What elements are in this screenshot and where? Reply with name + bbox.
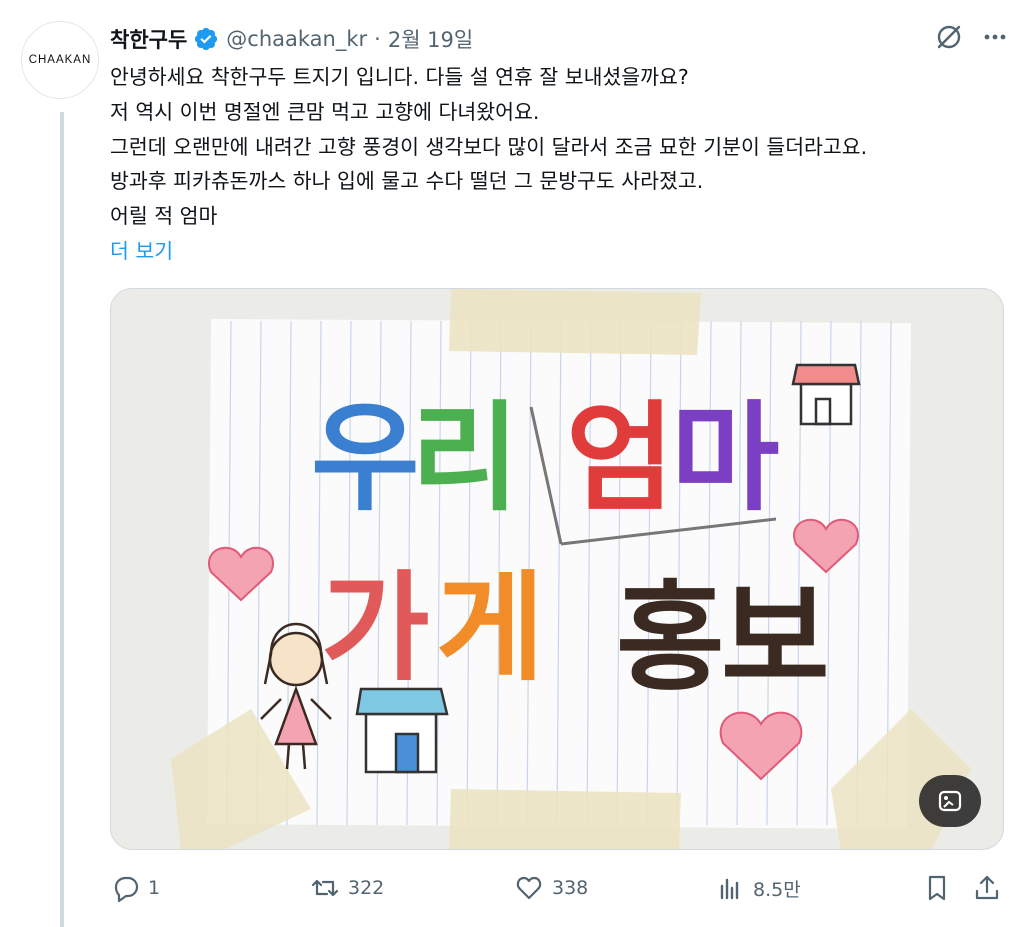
- bookmark-button[interactable]: [922, 870, 952, 906]
- drawing-letter: 우: [311, 389, 420, 527]
- bookmark-icon: [928, 875, 946, 901]
- tweet-text-line: 어릴 적 엄마: [110, 204, 218, 229]
- tweet-header: 착한구두 @chaakan_kr · 2월 19일: [110, 22, 473, 56]
- reply-count: 1: [148, 877, 161, 899]
- author-name[interactable]: 착한구두: [110, 24, 187, 54]
- author-handle[interactable]: @chaakan_kr: [226, 27, 367, 51]
- retweet-count: 322: [348, 877, 385, 899]
- views-button[interactable]: 8.5만: [715, 870, 801, 906]
- heart-icon: [516, 876, 542, 900]
- thread-line: [60, 112, 64, 927]
- reply-button[interactable]: 1: [110, 870, 160, 906]
- tweet-text: 안녕하세요 착한구두 트지기 입니다. 다들 설 연휴 잘 보내셨을까요? 저 …: [110, 60, 1010, 269]
- grok-icon[interactable]: [934, 22, 964, 52]
- drawing-letter: 가: [321, 559, 430, 697]
- drawing-letter: 리: [411, 389, 520, 527]
- avatar[interactable]: CHAAKAN: [21, 21, 99, 99]
- separator-dot: ·: [374, 27, 381, 51]
- tweet-date[interactable]: 2월 19일: [388, 24, 473, 54]
- tweet-text-line: 방과후 피카츄돈까스 하나 입에 물고 수다 떨던 그 문방구도 사라졌고.: [110, 169, 704, 194]
- alt-text-button[interactable]: [919, 775, 981, 827]
- avatar-text: CHAAKAN: [28, 54, 92, 66]
- image-edit-icon: [938, 790, 962, 812]
- top-actions: [934, 22, 1010, 52]
- tweet-text-line: 안녕하세요 착한구두 트지기 입니다. 다들 설 연휴 잘 보내셨을까요?: [110, 65, 689, 89]
- drawing-letter: 보: [721, 569, 830, 707]
- tweet-media[interactable]: 우 리 엄 마 가 게 홍 보: [110, 288, 1004, 850]
- share-button[interactable]: [972, 870, 1002, 906]
- views-chart-icon: [720, 878, 739, 900]
- like-button[interactable]: 338: [514, 870, 588, 906]
- retweet-button[interactable]: 322: [310, 870, 384, 906]
- show-more-link[interactable]: 더 보기: [110, 234, 1010, 269]
- drawing-letter: 게: [436, 559, 545, 697]
- drawing-letter: 마: [671, 389, 780, 527]
- verified-badge-icon: [195, 27, 218, 51]
- drawing-letter: 홍: [616, 569, 725, 707]
- tweet-actions: 1 322 338 8.5만: [110, 870, 1004, 906]
- more-options-icon[interactable]: [980, 22, 1010, 52]
- views-count: 8.5만: [753, 878, 801, 901]
- crayon-drawing-image: 우 리 엄 마 가 게 홍 보: [111, 289, 1003, 849]
- like-count: 338: [552, 877, 589, 899]
- share-icon: [975, 875, 999, 900]
- retweet-icon: [311, 879, 339, 897]
- reply-icon: [114, 876, 139, 903]
- tweet-text-line: 그런데 오랜만에 내려간 고향 풍경이 생각보다 많이 달라서 조금 묘한 기분…: [110, 134, 868, 159]
- tweet-text-line: 저 역시 이번 명절엔 큰맘 먹고 고향에 다녀왔어요.: [110, 99, 540, 124]
- drawing-letter: 엄: [566, 389, 675, 527]
